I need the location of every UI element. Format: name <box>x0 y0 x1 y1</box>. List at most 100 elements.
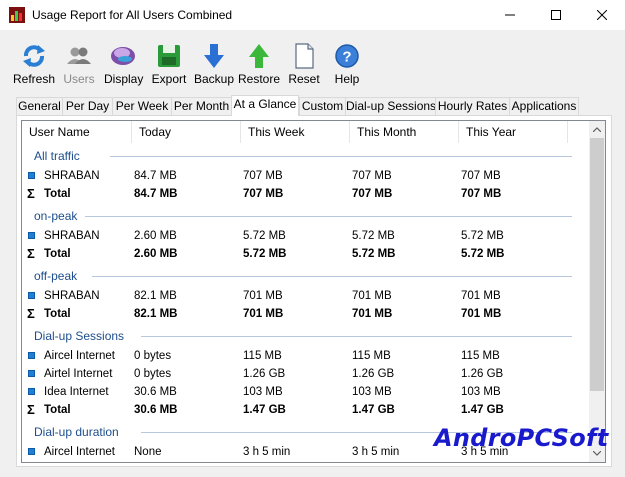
table-row[interactable]: SHRABAN 82.1 MB 701 MB 701 MB 701 MB <box>22 287 589 305</box>
close-icon <box>597 10 607 20</box>
minimize-button[interactable] <box>487 0 533 30</box>
total-row[interactable]: Σ Total 84.7 MB 707 MB 707 MB 707 MB <box>22 185 589 203</box>
scrollbar-thumb[interactable] <box>590 138 604 391</box>
tab-per-day[interactable]: Per Day <box>62 97 113 115</box>
cell-name: Aircel Internet <box>44 350 115 362</box>
user-marker-icon <box>28 352 35 359</box>
help-label: Help <box>334 72 360 86</box>
table-row[interactable]: Airtel Internet 0 bytes 1.26 GB 1.26 GB 1.26… <box>22 365 589 383</box>
help-button[interactable]: ? Help <box>332 42 362 88</box>
refresh-icon <box>23 45 45 67</box>
cell-month: 1.47 GB <box>352 404 395 416</box>
cell-name: Total <box>44 248 71 260</box>
users-button[interactable]: Users <box>62 42 96 88</box>
display-label: Display <box>104 72 144 86</box>
table-row[interactable]: Aircel Internet 0 bytes 115 MB 115 MB 115 MB <box>22 347 589 365</box>
tab-per-month[interactable]: Per Month <box>171 97 232 115</box>
tab-per-week[interactable]: Per Week <box>112 97 172 115</box>
users-icon <box>67 47 91 64</box>
maximize-button[interactable] <box>533 0 579 30</box>
cell-month: 5.72 MB <box>352 248 396 260</box>
cell-today: 2.60 MB <box>134 230 177 242</box>
user-marker-icon <box>28 388 35 395</box>
total-row[interactable]: Σ Total 2.60 MB 5.72 MB 5.72 MB 5.72 MB <box>22 245 589 263</box>
sigma-icon: Σ <box>27 402 35 417</box>
vertical-scrollbar[interactable] <box>589 121 605 462</box>
backup-button[interactable]: Backup <box>194 42 234 88</box>
cell-name: Total <box>44 308 71 320</box>
close-button[interactable] <box>579 0 625 30</box>
cell-today: 0 bytes <box>134 350 172 362</box>
column-header-this-month[interactable]: This Month <box>350 121 459 143</box>
title-bar: Usage Report for All Users Combined <box>0 0 625 30</box>
cell-today: 0 bytes <box>134 368 172 380</box>
cell-week: 1.47 GB <box>243 404 286 416</box>
user-marker-icon <box>28 292 35 299</box>
column-header-this-year[interactable]: This Year <box>459 121 568 143</box>
tab-applications[interactable]: Applications <box>509 97 579 115</box>
export-icon <box>158 45 180 67</box>
cell-year: 707 MB <box>461 170 501 182</box>
cell-name: Airtel Internet <box>44 368 113 380</box>
cell-month: 115 MB <box>352 350 391 362</box>
cell-year: 701 MB <box>461 290 501 302</box>
cell-year: 5.72 MB <box>461 248 505 260</box>
restore-label: Restore <box>238 72 281 86</box>
column-header-today[interactable]: Today <box>132 121 241 143</box>
users-label: Users <box>63 72 95 86</box>
table-row[interactable]: Idea Internet 30.6 MB 103 MB 103 MB 103 MB <box>22 383 589 401</box>
cell-week: 115 MB <box>243 350 282 362</box>
export-label: Export <box>151 72 187 86</box>
chevron-up-icon <box>593 127 601 132</box>
cell-name: Aircel Internet <box>44 446 115 458</box>
user-marker-icon <box>28 370 35 377</box>
user-marker-icon <box>28 172 35 179</box>
cell-name: Idea Internet <box>44 386 109 398</box>
cell-today: 82.1 MB <box>134 308 178 320</box>
cell-today: 30.6 MB <box>134 404 178 416</box>
tab-custom[interactable]: Custom <box>299 97 346 115</box>
scroll-up-arrow[interactable] <box>589 121 605 138</box>
watermark: AndroPCSoft <box>434 424 609 452</box>
total-row[interactable]: Σ Total 82.1 MB 701 MB 701 MB 701 MB <box>22 305 589 323</box>
display-icon <box>111 47 135 65</box>
export-button[interactable]: Export <box>150 42 188 88</box>
group-label: Dial-up duration <box>34 425 119 439</box>
column-header-this-week[interactable]: This Week <box>241 121 350 143</box>
tab-at-a-glance[interactable]: At a Glance <box>231 95 299 116</box>
table-row[interactable]: SHRABAN 84.7 MB 707 MB 707 MB 707 MB <box>22 167 589 185</box>
table-row[interactable]: SHRABAN 2.60 MB 5.72 MB 5.72 MB 5.72 MB <box>22 227 589 245</box>
sigma-icon: Σ <box>27 186 35 201</box>
app-icon <box>9 7 25 23</box>
cell-today: None <box>134 446 162 458</box>
tab-hourly-rates[interactable]: Hourly Rates <box>435 97 510 115</box>
restore-button[interactable]: Restore <box>238 42 280 88</box>
reset-button[interactable]: Reset <box>286 42 322 88</box>
grid-header: User Name Today This Week This Month Thi… <box>22 121 589 143</box>
toolbar: Refresh Users Display Export Backup Rest… <box>0 30 625 92</box>
cell-month: 707 MB <box>352 188 393 200</box>
column-header-user-name[interactable]: User Name <box>22 121 132 143</box>
cell-week: 5.72 MB <box>243 230 286 242</box>
refresh-button[interactable]: Refresh <box>13 42 55 88</box>
cell-week: 1.26 GB <box>243 368 286 380</box>
cell-month: 701 MB <box>352 290 392 302</box>
group-label: off-peak <box>34 269 78 283</box>
cell-week: 701 MB <box>243 308 284 320</box>
cell-name: Total <box>44 404 71 416</box>
restore-icon <box>249 44 269 68</box>
total-row[interactable]: Σ Total 30.6 MB 1.47 GB 1.47 GB 1.47 GB <box>22 401 589 419</box>
tab-general[interactable]: General <box>16 97 63 115</box>
display-button[interactable]: Display <box>104 42 144 88</box>
cell-month: 1.26 GB <box>352 368 395 380</box>
group-separator <box>91 276 572 277</box>
tab-panel: User Name Today This Week This Month Thi… <box>16 115 612 467</box>
sigma-icon: Σ <box>27 306 35 321</box>
svg-text:?: ? <box>342 49 351 66</box>
cell-month: 701 MB <box>352 308 393 320</box>
cell-week: 707 MB <box>243 188 284 200</box>
cell-month: 3 h 5 min <box>352 446 400 458</box>
tab-dial-up-sessions[interactable]: Dial-up Sessions <box>345 97 436 115</box>
cell-year: 707 MB <box>461 188 502 200</box>
cell-month: 5.72 MB <box>352 230 395 242</box>
